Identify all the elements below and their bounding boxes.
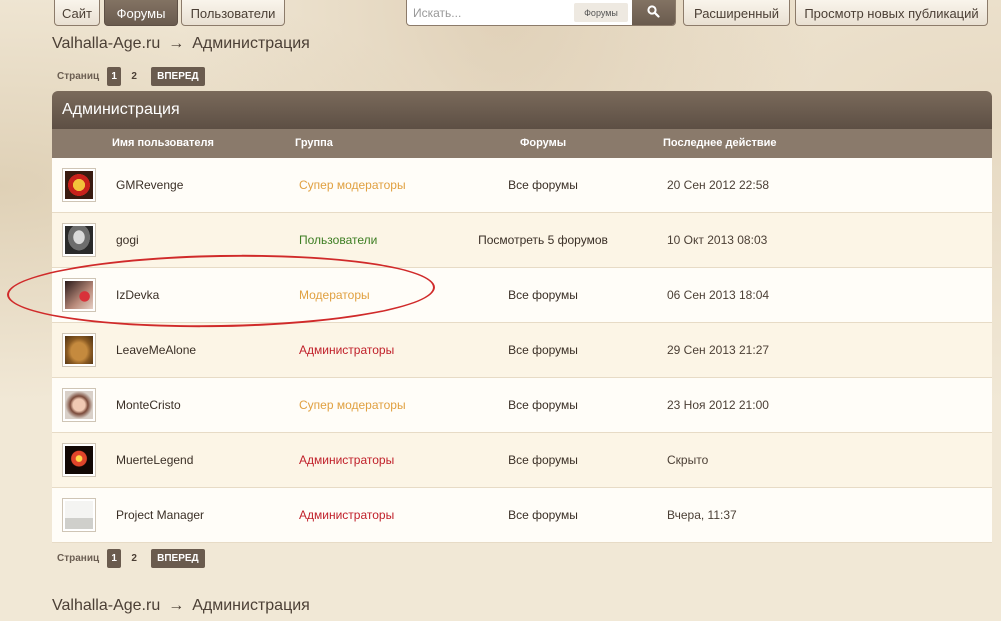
- group-label: Администраторы: [299, 453, 395, 467]
- search-scope[interactable]: Форумы: [574, 3, 628, 22]
- group-label: Супер модераторы: [299, 398, 406, 412]
- search-button[interactable]: [632, 0, 675, 25]
- nav-site-button[interactable]: Сайт: [54, 0, 100, 26]
- group-label: Модераторы: [299, 288, 370, 302]
- forums-label: Все форумы: [508, 288, 578, 302]
- username-link[interactable]: Project Manager: [116, 508, 204, 522]
- avatar-image: [65, 336, 93, 364]
- column-last-action[interactable]: Последнее действие: [663, 137, 777, 149]
- forums-label: Все форумы: [508, 508, 578, 522]
- avatar-image: [65, 446, 93, 474]
- nav-users-button[interactable]: Пользователи: [181, 0, 285, 26]
- pagination-label: Страниц: [57, 71, 100, 82]
- username-link[interactable]: GMRevenge: [116, 178, 183, 192]
- view-new-posts-button[interactable]: Просмотр новых публикаций: [795, 0, 988, 26]
- last-action: 29 Сен 2013 21:27: [667, 343, 770, 357]
- breadcrumb-home-link[interactable]: Valhalla-Age.ru: [52, 35, 160, 53]
- table-row: MuerteLegend Администраторы Все форумы С…: [52, 433, 992, 488]
- column-forums: Форумы: [520, 137, 567, 149]
- breadcrumb: Valhalla-Age.ru → Администрация: [52, 35, 310, 53]
- administration-panel: Администрация Имя пользователя Группа Фо…: [52, 91, 992, 543]
- group-label: Супер модераторы: [299, 178, 406, 192]
- last-action: 06 Сен 2013 18:04: [667, 288, 770, 302]
- breadcrumb-current: Администрация: [192, 35, 310, 52]
- table-row: LeaveMeAlone Администраторы Все форумы 2…: [52, 323, 992, 378]
- forums-label[interactable]: Посмотреть 5 форумов: [452, 233, 634, 247]
- breadcrumb-home-link[interactable]: Valhalla-Age.ru: [52, 597, 160, 615]
- avatar[interactable]: [62, 498, 96, 532]
- panel-title: Администрация: [52, 91, 992, 129]
- avatar-image: [65, 226, 93, 254]
- username-link[interactable]: MuerteLegend: [116, 453, 193, 467]
- search-input[interactable]: [407, 1, 574, 25]
- table-row: gogi Пользователи Посмотреть 5 форумов 1…: [52, 213, 992, 268]
- table-row: Project Manager Администраторы Все форум…: [52, 488, 992, 543]
- avatar-image: [65, 501, 93, 529]
- column-username[interactable]: Имя пользователя: [112, 137, 214, 149]
- user-list: GMRevenge Супер модераторы Все форумы 20…: [52, 158, 992, 543]
- breadcrumb-arrow: →: [168, 35, 185, 52]
- table-row: GMRevenge Супер модераторы Все форумы 20…: [52, 158, 992, 213]
- table-header: Имя пользователя Группа Форумы Последнее…: [52, 129, 992, 158]
- username-link[interactable]: IzDevka: [116, 288, 159, 302]
- forums-label: Все форумы: [508, 453, 578, 467]
- group-label: Администраторы: [299, 343, 395, 357]
- avatar-image: [65, 281, 93, 309]
- forums-label: Все форумы: [508, 398, 578, 412]
- avatar[interactable]: [62, 278, 96, 312]
- avatar[interactable]: [62, 168, 96, 202]
- forums-label: Все форумы: [508, 343, 578, 357]
- column-group[interactable]: Группа: [295, 137, 333, 149]
- next-page-button[interactable]: ВПЕРЕД: [151, 549, 205, 568]
- page-2-button[interactable]: 2: [127, 549, 141, 568]
- page-2-button[interactable]: 2: [127, 67, 141, 86]
- last-action: 20 Сен 2012 22:58: [667, 178, 770, 192]
- breadcrumb-arrow: →: [168, 597, 185, 614]
- avatar[interactable]: [62, 223, 96, 257]
- table-row: IzDevka Модераторы Все форумы 06 Сен 201…: [52, 268, 992, 323]
- avatar-image: [65, 391, 93, 419]
- username-link[interactable]: LeaveMeAlone: [116, 343, 196, 357]
- last-action: Вчера, 11:37: [667, 508, 737, 522]
- last-action: 23 Ноя 2012 21:00: [667, 398, 769, 412]
- pagination-top: Страниц 1 2 ВПЕРЕД: [57, 67, 205, 86]
- search-box: Форумы: [406, 0, 676, 26]
- username-link[interactable]: MonteCristo: [116, 398, 181, 412]
- pagination-bottom: Страниц 1 2 ВПЕРЕД: [57, 549, 205, 568]
- page-1-button[interactable]: 1: [107, 549, 122, 568]
- avatar[interactable]: [62, 333, 96, 367]
- page-1-button[interactable]: 1: [107, 67, 122, 86]
- next-page-button[interactable]: ВПЕРЕД: [151, 67, 205, 86]
- group-label: Администраторы: [299, 508, 395, 522]
- breadcrumb-current: Администрация: [192, 597, 310, 614]
- avatar-image: [65, 171, 93, 199]
- top-navigation: Сайт Форумы Пользователи Форумы Расширен…: [0, 0, 1001, 28]
- username-link[interactable]: gogi: [116, 233, 139, 247]
- breadcrumb-bottom: Valhalla-Age.ru → Администрация: [52, 597, 310, 615]
- group-label: Пользователи: [299, 233, 378, 247]
- search-icon: [647, 4, 660, 18]
- forums-label: Все форумы: [508, 178, 578, 192]
- pagination-label: Страниц: [57, 553, 100, 564]
- nav-forums-button[interactable]: Форумы: [104, 0, 178, 26]
- table-row: MonteCristo Супер модераторы Все форумы …: [52, 378, 992, 433]
- avatar[interactable]: [62, 443, 96, 477]
- avatar[interactable]: [62, 388, 96, 422]
- advanced-search-button[interactable]: Расширенный: [683, 0, 790, 26]
- last-action: 10 Окт 2013 08:03: [667, 233, 768, 247]
- last-action: Скрыто: [667, 453, 709, 467]
